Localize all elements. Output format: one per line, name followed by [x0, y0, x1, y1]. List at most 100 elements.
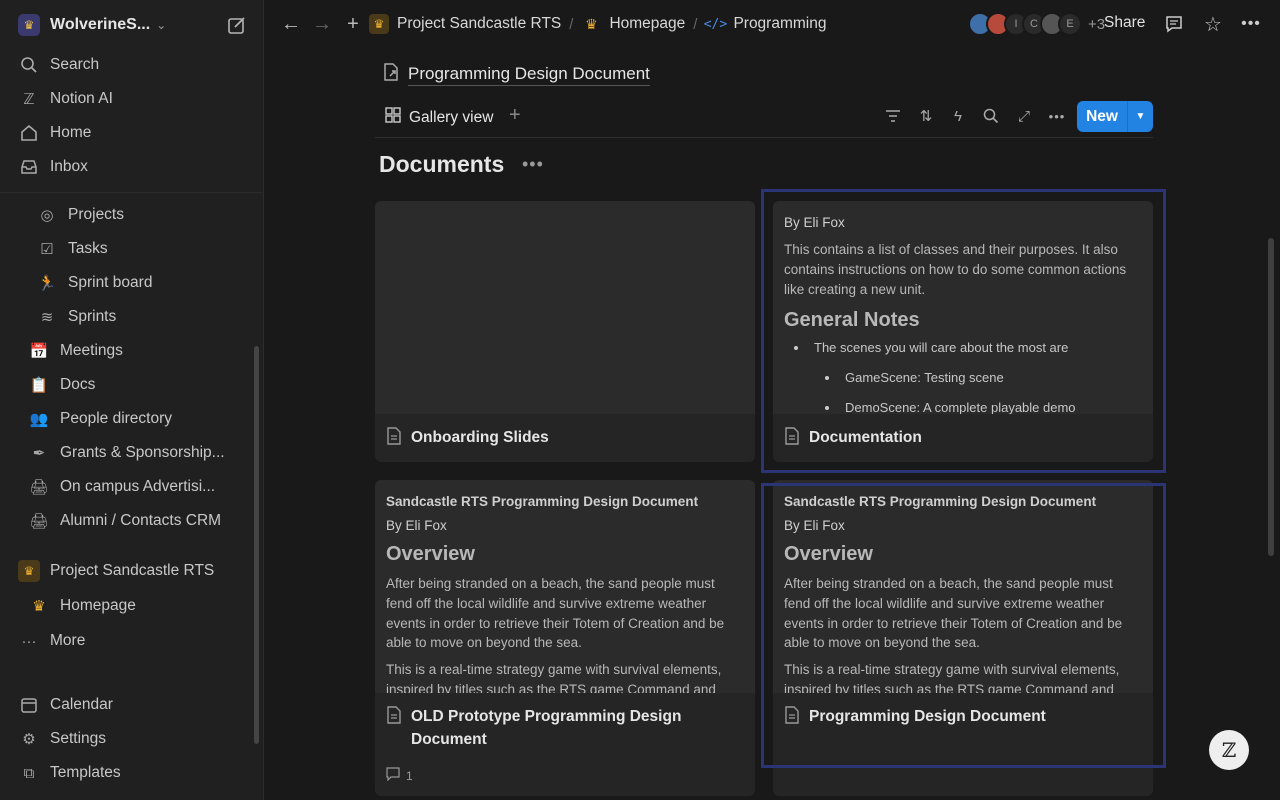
castle-icon: ♛	[369, 14, 389, 34]
card-preview: Sandcastle RTS Programming Design Docume…	[773, 480, 1153, 693]
avatar: E	[1058, 12, 1082, 36]
sidebar-item-label: On campus Advertisi...	[60, 478, 216, 495]
preview-text: After being stranded on a beach, the san…	[386, 576, 725, 651]
sidebar-item-notion-ai[interactable]: ℤ Notion AI	[8, 83, 256, 115]
card-title-row: Programming Design Document	[784, 705, 1046, 730]
sidebar-item-label: Projects	[68, 206, 124, 223]
forward-arrow-icon[interactable]: →	[308, 10, 336, 38]
breadcrumb-item[interactable]: Project Sandcastle RTS	[397, 15, 561, 33]
sidebar-item-grants[interactable]: ✒ Grants & Sponsorship...	[8, 437, 256, 469]
preview-bullet: DemoScene: A complete playable demo	[825, 400, 1142, 414]
add-view-icon[interactable]: +	[509, 104, 521, 127]
gallery-icon	[384, 106, 402, 129]
card-title: Onboarding Slides	[411, 429, 549, 446]
comments-icon[interactable]	[1163, 13, 1185, 35]
sidebar-divider	[0, 192, 263, 193]
gallery-card[interactable]: Onboarding Slides	[375, 201, 755, 462]
preview-bullet-text: The scenes you will care about the most …	[814, 340, 1069, 356]
sidebar-item-more[interactable]: ··· More	[8, 625, 256, 657]
gallery-card[interactable]: By Eli Fox This contains a list of class…	[773, 201, 1153, 462]
chevron-down-icon[interactable]: ▼	[1128, 111, 1153, 122]
sidebar-item-label: Calendar	[50, 696, 113, 713]
new-page-icon[interactable]	[226, 14, 248, 36]
comment-count: 1	[386, 767, 413, 784]
sidebar-item-sprints[interactable]: ≋ Sprints	[8, 301, 256, 333]
search-icon[interactable]	[981, 106, 1001, 126]
sidebar-item-on-campus-advertising[interactable]: 🖨 On campus Advertisi...	[8, 471, 256, 503]
breadcrumb-item[interactable]: Homepage	[609, 15, 685, 33]
sidebar-item-project-sandcastle[interactable]: ♛ Project Sandcastle RTS	[8, 555, 256, 587]
more-icon: ···	[21, 632, 37, 650]
pen-icon: ✒	[32, 445, 46, 462]
star-icon[interactable]: ☆	[1202, 13, 1224, 36]
sidebar-item-label: Inbox	[50, 158, 88, 175]
code-icon: </>	[703, 16, 728, 32]
sidebar-item-home[interactable]: Home	[8, 117, 256, 149]
linked-page[interactable]: Programming Design Document	[382, 62, 650, 87]
preview-bullet: The scenes you will care about the most …	[794, 340, 1142, 355]
preview-text: This contains a list of classes and thei…	[784, 242, 1127, 297]
sidebar-item-label: Templates	[50, 764, 121, 781]
sidebar-item-label: Sprint board	[68, 274, 153, 291]
plus-icon[interactable]: +	[339, 10, 367, 38]
workspace-switcher[interactable]: ♛ WolverineS... ⌄	[18, 12, 166, 38]
sidebar-item-sprint-board[interactable]: 🏃 Sprint board	[8, 267, 256, 299]
more-options-icon[interactable]: •••	[1047, 106, 1067, 126]
sidebar-item-homepage[interactable]: ♛ Homepage	[8, 590, 256, 622]
calendar-page-icon: 📅	[29, 343, 49, 360]
sidebar-item-inbox[interactable]: Inbox	[8, 151, 256, 183]
breadcrumb-item[interactable]: Programming	[733, 15, 826, 33]
new-button[interactable]: New ▼	[1077, 101, 1153, 132]
more-options-icon[interactable]: •••	[1240, 13, 1262, 35]
sidebar-item-label: Home	[50, 124, 92, 141]
preview-heading: Overview	[386, 543, 475, 565]
sidebar-item-alumni-crm[interactable]: 🖨 Alumni / Contacts CRM	[8, 505, 256, 537]
sidebar-scrollbar[interactable]	[254, 346, 259, 744]
gallery-card[interactable]: Sandcastle RTS Programming Design Docume…	[375, 480, 755, 796]
preview-text: This is a real-time strategy game with s…	[784, 662, 1120, 693]
preview-heading: General Notes	[784, 309, 920, 332]
card-preview: By Eli Fox This contains a list of class…	[773, 201, 1153, 414]
breadcrumb-separator: /	[693, 15, 698, 33]
sidebar-item-projects[interactable]: ◎ Projects	[8, 199, 256, 231]
sidebar-item-settings[interactable]: ⚙ Settings	[8, 723, 256, 755]
filter-icon[interactable]	[883, 106, 903, 126]
automation-bolt-icon[interactable]: ϟ	[948, 106, 968, 126]
checkbox-icon: ☑	[40, 241, 54, 258]
view-label: Gallery view	[409, 108, 494, 126]
tab-gallery-view[interactable]: Gallery view	[384, 106, 493, 129]
expand-icon[interactable]: ⤢	[1014, 106, 1034, 126]
sidebar-item-meetings[interactable]: 📅 Meetings	[8, 335, 256, 367]
new-button-label: New	[1086, 107, 1118, 125]
extra-collaborators-count: +3	[1088, 15, 1106, 33]
sidebar-item-label: Notion AI	[50, 90, 113, 107]
main-scrollbar[interactable]	[1268, 238, 1274, 556]
page-link-icon	[382, 62, 400, 87]
share-button[interactable]: Share	[1104, 14, 1145, 32]
card-title: OLD Prototype Programming Design Documen…	[411, 708, 682, 748]
home-icon	[18, 122, 40, 144]
crown-icon: ♛	[32, 598, 46, 615]
sidebar-item-people-directory[interactable]: 👥 People directory	[8, 403, 256, 435]
page-icon	[386, 705, 402, 730]
sidebar-item-search[interactable]: Search	[8, 49, 256, 81]
view-toolbar: Gallery view + ⇅ ϟ ⤢ ••• New ▼	[375, 98, 1153, 138]
sidebar-item-label: Settings	[50, 730, 107, 747]
card-title-row: Onboarding Slides	[386, 426, 549, 451]
preview-text: After being stranded on a beach, the san…	[784, 576, 1123, 651]
collaborator-avatars[interactable]: I C E +3	[968, 12, 1105, 36]
more-options-icon[interactable]: •••	[522, 154, 544, 175]
back-arrow-icon[interactable]: ←	[277, 10, 305, 38]
preview-header: Sandcastle RTS Programming Design Docume…	[386, 494, 699, 509]
sidebar-item-templates[interactable]: ⧉ Templates	[8, 757, 256, 789]
gallery-card[interactable]: Sandcastle RTS Programming Design Docume…	[773, 480, 1153, 796]
castle-icon: ♛	[18, 560, 40, 582]
sidebar-item-docs[interactable]: 📋 Docs	[8, 369, 256, 401]
notion-ai-button[interactable]: ℤ	[1209, 730, 1249, 770]
page-title[interactable]: Programming Design Document	[408, 64, 650, 86]
sort-icon[interactable]: ⇅	[916, 106, 936, 126]
sidebar-item-tasks[interactable]: ☑ Tasks	[8, 233, 256, 265]
sidebar-item-calendar[interactable]: Calendar	[8, 689, 256, 721]
card-title-row: Documentation	[784, 426, 922, 451]
sidebar-item-label: Grants & Sponsorship...	[60, 444, 225, 461]
